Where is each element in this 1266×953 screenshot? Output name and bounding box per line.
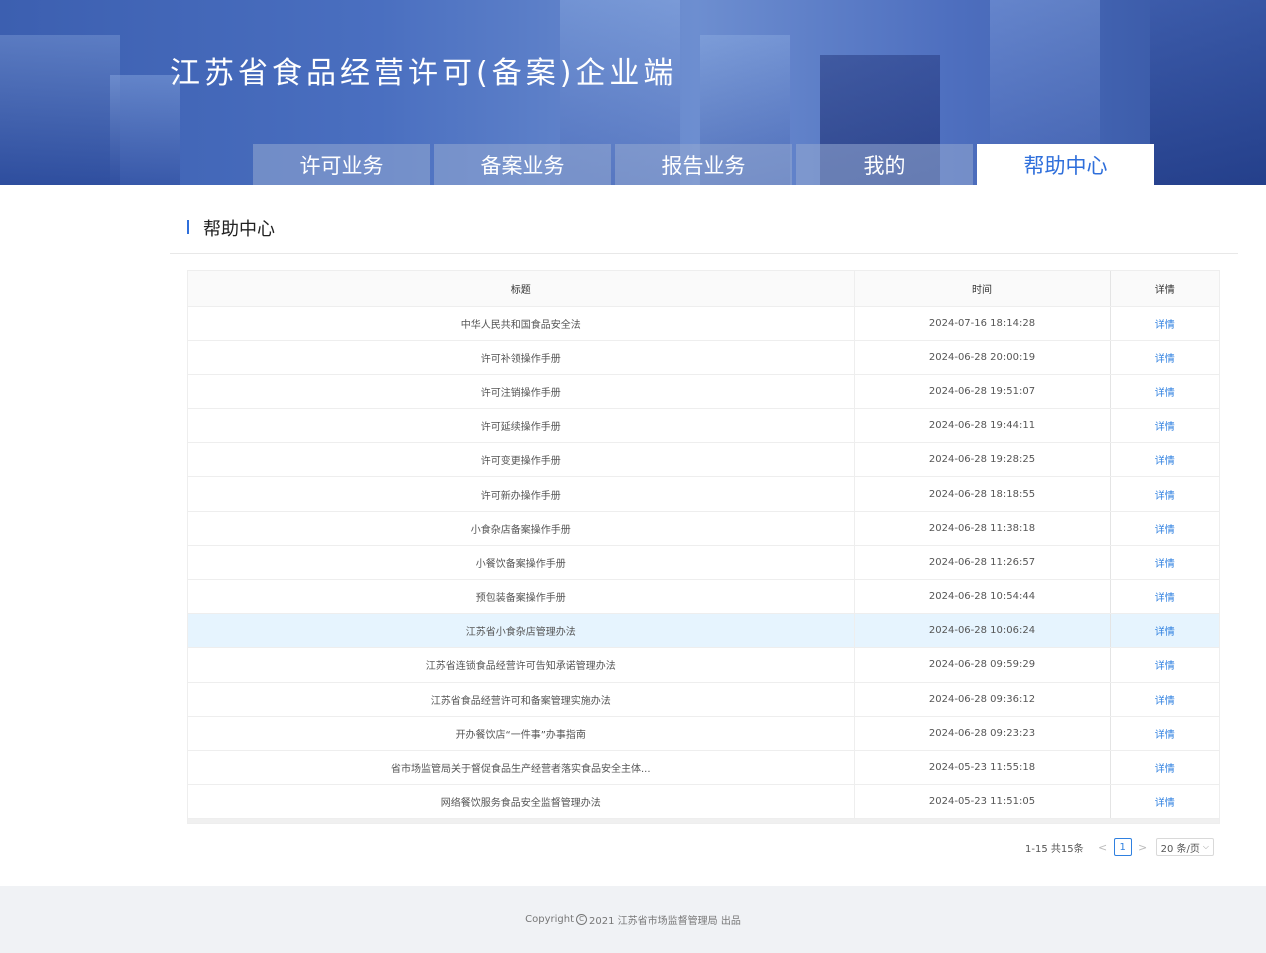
cell-title: 小食杂店备案操作手册	[188, 511, 855, 546]
tab-filing-business[interactable]: 备案业务	[434, 144, 611, 185]
table-row: 江苏省小食杂店管理办法 2024-06-28 10:06:24 详情	[188, 613, 1219, 649]
cell-time: 2024-07-16 18:14:28	[854, 306, 1111, 341]
column-header-detail: 详情	[1110, 271, 1219, 307]
tab-help-center[interactable]: 帮助中心	[977, 144, 1154, 185]
cell-title: 江苏省小食杂店管理办法	[188, 613, 855, 649]
cell-title: 许可注销操作手册	[188, 374, 855, 410]
cell-time: 2024-06-28 19:44:11	[854, 408, 1111, 444]
page-size-value: 20 条/页	[1160, 843, 1200, 855]
section-accent-bar	[187, 220, 189, 234]
cell-time: 2024-06-28 09:59:29	[854, 647, 1111, 683]
section-header: 帮助中心	[170, 205, 1238, 254]
footer: Copyright C 2021 江苏省市场监督管理局 出品	[0, 886, 1266, 953]
copyright-icon: C	[576, 914, 588, 925]
detail-link[interactable]: 详情	[1110, 613, 1219, 649]
cell-time: 2024-06-28 11:26:57	[854, 545, 1111, 581]
table-row: 小餐饮备案操作手册 2024-06-28 11:26:57 详情	[188, 545, 1219, 581]
cell-title: 许可新办操作手册	[188, 476, 855, 512]
table-row: 江苏省食品经营许可和备案管理实施办法 2024-06-28 09:36:12 详情	[188, 682, 1219, 717]
cell-time: 2024-06-28 09:23:23	[854, 716, 1111, 751]
banner-building-decoration	[0, 35, 120, 185]
pagination-prev-button[interactable]: <	[1096, 841, 1110, 854]
table-row: 许可注销操作手册 2024-06-28 19:51:07 详情	[188, 374, 1219, 410]
table-horizontal-scrollbar[interactable]	[188, 819, 1219, 824]
footer-copyright-prefix: Copyright	[525, 914, 575, 925]
cell-title: 许可补领操作手册	[188, 340, 855, 375]
detail-link[interactable]: 详情	[1110, 476, 1219, 512]
pagination: 1-15 共15条 < 1 > 20 条/页 ⌵	[1025, 838, 1214, 856]
detail-link[interactable]: 详情	[1110, 442, 1219, 478]
cell-time: 2024-06-28 20:00:19	[854, 340, 1111, 375]
cell-time: 2024-06-28 19:28:25	[854, 442, 1111, 478]
detail-link[interactable]: 详情	[1110, 682, 1219, 717]
cell-title: 网络餐饮服务食品安全监督管理办法	[188, 784, 855, 820]
detail-link[interactable]: 详情	[1110, 784, 1219, 820]
cell-title: 小餐饮备案操作手册	[188, 545, 855, 581]
detail-link[interactable]: 详情	[1110, 579, 1219, 615]
cell-time: 2024-05-23 11:55:18	[854, 750, 1111, 786]
main-nav: 许可业务 备案业务 报告业务 我的 帮助中心	[253, 144, 1154, 185]
chevron-down-icon: ⌵	[1202, 842, 1209, 851]
detail-link[interactable]: 详情	[1110, 340, 1219, 375]
detail-link[interactable]: 详情	[1110, 750, 1219, 786]
detail-link[interactable]: 详情	[1110, 716, 1219, 751]
page-size-select[interactable]: 20 条/页 ⌵	[1155, 838, 1214, 856]
footer-copyright-text: 2021 江苏省市场监督管理局 出品	[589, 916, 741, 927]
cell-time: 2024-06-28 10:06:24	[854, 613, 1111, 649]
column-header-title: 标题	[188, 271, 855, 307]
cell-time: 2024-05-23 11:51:05	[854, 784, 1111, 820]
pagination-next-button[interactable]: >	[1136, 841, 1150, 854]
cell-time: 2024-06-28 09:36:12	[854, 682, 1111, 717]
table-row: 中华人民共和国食品安全法 2024-07-16 18:14:28 详情	[188, 306, 1219, 341]
pagination-page-1[interactable]: 1	[1113, 838, 1132, 856]
banner-building-decoration	[1150, 0, 1266, 185]
table-row: 开办餐饮店“一件事”办事指南 2024-06-28 09:23:23 详情	[188, 716, 1219, 751]
detail-link[interactable]: 详情	[1110, 408, 1219, 444]
table-row: 预包装备案操作手册 2024-06-28 10:54:44 详情	[188, 579, 1219, 615]
table-row: 网络餐饮服务食品安全监督管理办法 2024-05-23 11:51:05 详情	[188, 784, 1219, 820]
pagination-total: 1-15 共15条	[1025, 843, 1084, 855]
detail-link[interactable]: 详情	[1110, 647, 1219, 683]
cell-title: 省市场监管局关于督促食品生产经营者落实食品安全主体...	[188, 750, 855, 786]
detail-link[interactable]: 详情	[1110, 306, 1219, 341]
tab-mine[interactable]: 我的	[796, 144, 973, 185]
table-row: 江苏省连锁食品经营许可告知承诺管理办法 2024-06-28 09:59:29 详情	[188, 647, 1219, 683]
header-banner: 江苏省食品经营许可(备案)企业端 许可业务 备案业务 报告业务 我的 帮助中心	[0, 0, 1266, 185]
help-documents-table: 标题 时间 详情 中华人民共和国食品安全法 2024-07-16 18:14:28…	[187, 270, 1220, 825]
cell-title: 许可延续操作手册	[188, 408, 855, 444]
cell-time: 2024-06-28 11:38:18	[854, 511, 1111, 546]
table-row: 许可延续操作手册 2024-06-28 19:44:11 详情	[188, 408, 1219, 444]
cell-time: 2024-06-28 18:18:55	[854, 476, 1111, 512]
cell-title: 江苏省食品经营许可和备案管理实施办法	[188, 682, 855, 717]
page-title: 帮助中心	[203, 219, 275, 240]
table-header-row: 标题 时间 详情	[188, 271, 1219, 307]
tab-license-business[interactable]: 许可业务	[253, 144, 430, 185]
cell-title: 开办餐饮店“一件事”办事指南	[188, 716, 855, 751]
cell-title: 许可变更操作手册	[188, 442, 855, 478]
table-row: 省市场监管局关于督促食品生产经营者落实食品安全主体... 2024-05-23 1…	[188, 750, 1219, 786]
table-row: 小食杂店备案操作手册 2024-06-28 11:38:18 详情	[188, 511, 1219, 546]
cell-title: 江苏省连锁食品经营许可告知承诺管理办法	[188, 647, 855, 683]
cell-title: 中华人民共和国食品安全法	[188, 306, 855, 341]
cell-title: 预包装备案操作手册	[188, 579, 855, 615]
cell-time: 2024-06-28 10:54:44	[854, 579, 1111, 615]
column-header-time: 时间	[854, 271, 1111, 307]
detail-link[interactable]: 详情	[1110, 545, 1219, 581]
detail-link[interactable]: 详情	[1110, 511, 1219, 546]
tab-report-business[interactable]: 报告业务	[615, 144, 792, 185]
site-title: 江苏省食品经营许可(备案)企业端	[170, 56, 678, 91]
detail-link[interactable]: 详情	[1110, 374, 1219, 410]
table-row: 许可变更操作手册 2024-06-28 19:28:25 详情	[188, 442, 1219, 478]
cell-time: 2024-06-28 19:51:07	[854, 374, 1111, 410]
table-row: 许可补领操作手册 2024-06-28 20:00:19 详情	[188, 340, 1219, 375]
table-row: 许可新办操作手册 2024-06-28 18:18:55 详情	[188, 476, 1219, 512]
